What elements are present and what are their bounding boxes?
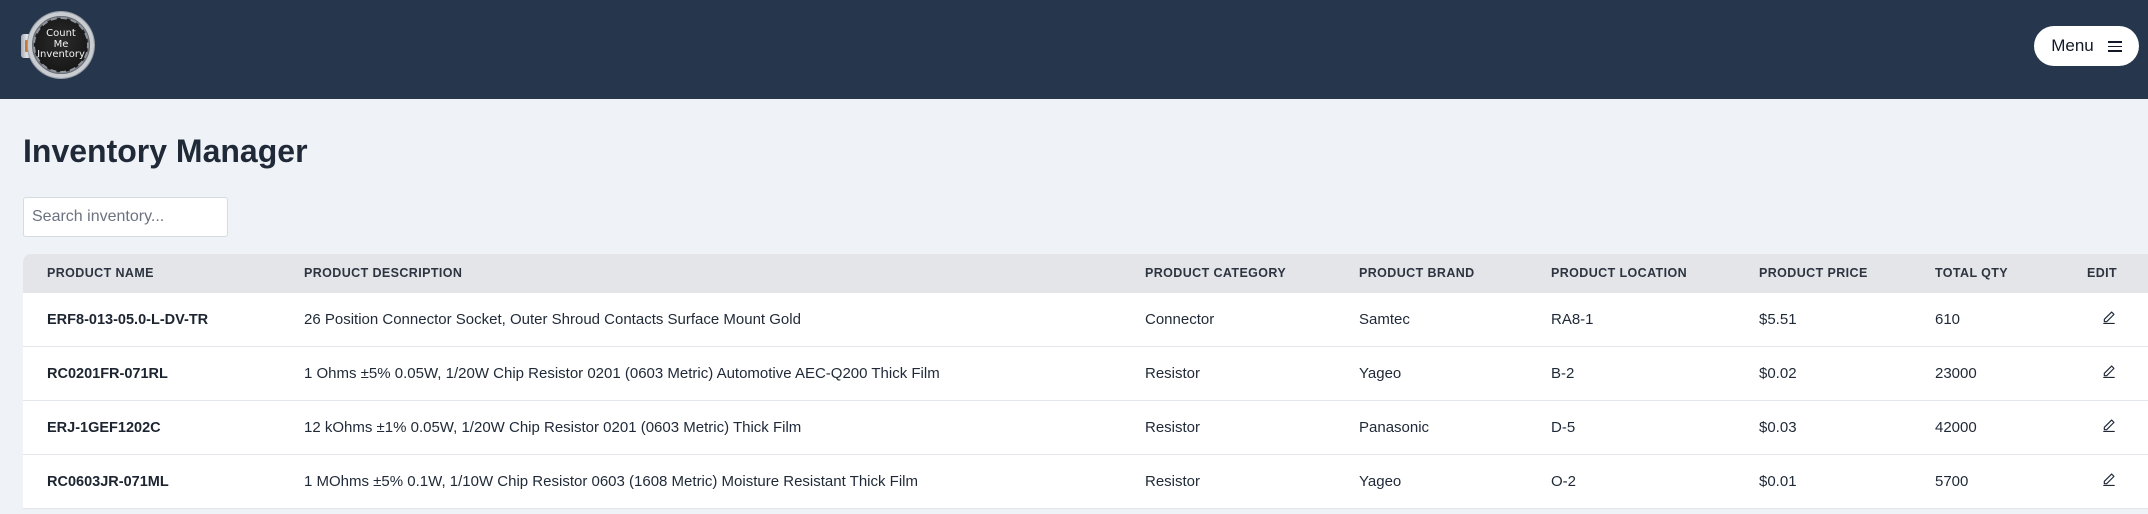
product-name-cell: ERF8-013-05.0-L-DV-TR — [47, 312, 209, 328]
pencil-icon — [2103, 310, 2115, 324]
product-description-cell: 1 MOhms ±5% 0.1W, 1/10W Chip Resistor 06… — [304, 473, 918, 490]
product-brand-cell: Samtec — [1359, 311, 1410, 328]
product-price-cell: $0.03 — [1759, 419, 1797, 436]
product-category-cell: Resistor — [1145, 473, 1201, 490]
product-name-cell: RC0201FR-071RL — [47, 366, 168, 382]
column-header-product-brand[interactable]: PRODUCT BRAND — [1359, 254, 1475, 293]
edit-button[interactable] — [2100, 417, 2118, 435]
menu-button-label: Menu — [2051, 36, 2094, 55]
total-qty-cell: 42000 — [1935, 419, 1977, 436]
edit-button[interactable] — [2100, 471, 2118, 489]
total-qty-cell: 610 — [1935, 311, 1961, 328]
column-header-product-description[interactable]: PRODUCT DESCRIPTION — [304, 254, 462, 293]
table-header: PRODUCT NAME PRODUCT DESCRIPTION PRODUCT… — [23, 254, 2148, 293]
logo-text: Count Me Inventory — [35, 28, 87, 61]
product-category-cell: Resistor — [1145, 419, 1201, 436]
top-navbar: Count Me Inventory Menu — [0, 0, 2148, 99]
pencil-icon — [2103, 418, 2115, 432]
logo-line-3: Inventory — [37, 49, 85, 60]
count-me-inventory-logo[interactable]: Count Me Inventory — [21, 12, 96, 78]
pencil-icon — [2103, 472, 2115, 486]
table-row[interactable]: ERF8-013-05.0-L-DV-TR 26 Position Connec… — [23, 293, 2148, 347]
product-brand-cell: Yageo — [1359, 365, 1402, 382]
product-location-cell: O-2 — [1551, 473, 1577, 490]
column-header-total-qty[interactable]: TOTAL QTY — [1935, 254, 2008, 293]
product-description-cell: 1 Ohms ±5% 0.05W, 1/20W Chip Resistor 02… — [304, 365, 940, 382]
column-header-product-name[interactable]: PRODUCT NAME — [47, 254, 154, 293]
inventory-table: PRODUCT NAME PRODUCT DESCRIPTION PRODUCT… — [23, 254, 2148, 509]
total-qty-cell: 5700 — [1935, 473, 1969, 490]
product-name-cell: ERJ-1GEF1202C — [47, 420, 161, 436]
product-category-cell: Connector — [1145, 311, 1215, 328]
search-input[interactable] — [23, 197, 228, 237]
product-brand-cell: Yageo — [1359, 473, 1402, 490]
edit-button[interactable] — [2100, 363, 2118, 381]
column-header-product-location[interactable]: PRODUCT LOCATION — [1551, 254, 1687, 293]
product-description-cell: 26 Position Connector Socket, Outer Shro… — [304, 311, 801, 328]
menu-button[interactable]: Menu — [2034, 26, 2139, 66]
product-description-cell: 12 kOhms ±1% 0.05W, 1/20W Chip Resistor … — [304, 419, 802, 436]
column-header-product-category[interactable]: PRODUCT CATEGORY — [1145, 254, 1286, 293]
product-price-cell: $5.51 — [1759, 311, 1797, 328]
column-header-edit: EDIT — [2087, 266, 2118, 280]
product-price-cell: $0.02 — [1759, 365, 1797, 382]
pencil-icon — [2103, 364, 2115, 378]
page-title: Inventory Manager — [23, 133, 308, 169]
table-row[interactable]: RC0201FR-071RL 1 Ohms ±5% 0.05W, 1/20W C… — [23, 347, 2148, 401]
table-row[interactable]: RC0603JR-071ML 1 MOhms ±5% 0.1W, 1/10W C… — [23, 455, 2148, 509]
logo-line-1: Count — [46, 28, 76, 39]
product-location-cell: RA8-1 — [1551, 311, 1594, 328]
total-qty-cell: 23000 — [1935, 365, 1977, 382]
product-price-cell: $0.01 — [1759, 473, 1797, 490]
product-location-cell: B-2 — [1551, 365, 1575, 382]
edit-button[interactable] — [2100, 309, 2118, 327]
hamburger-icon — [2107, 40, 2122, 52]
product-location-cell: D-5 — [1551, 419, 1576, 436]
table-row[interactable]: ERJ-1GEF1202C 12 kOhms ±1% 0.05W, 1/20W … — [23, 401, 2148, 455]
column-header-product-price[interactable]: PRODUCT PRICE — [1759, 254, 1868, 293]
product-brand-cell: Panasonic — [1359, 419, 1430, 436]
product-category-cell: Resistor — [1145, 365, 1201, 382]
product-name-cell: RC0603JR-071ML — [47, 474, 169, 490]
